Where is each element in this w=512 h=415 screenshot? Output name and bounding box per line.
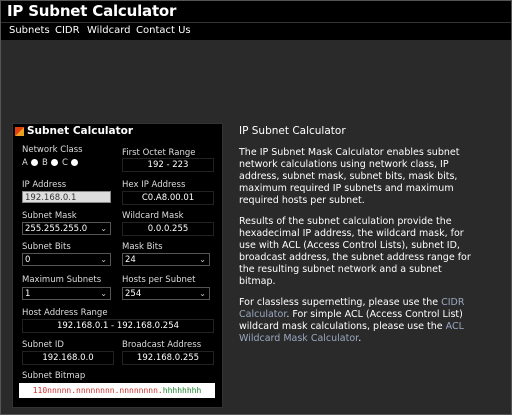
hosts-per-subnet-value: 254	[125, 289, 142, 299]
subnet-calculator-panel: Subnet Calculator Network Class A B C Fi…	[12, 123, 223, 408]
hex-ip-value: C0.A8.00.01	[122, 191, 214, 205]
class-b-radio[interactable]	[51, 159, 58, 166]
nav-subnets[interactable]: Subnets	[9, 25, 50, 36]
mask-bits-select[interactable]: 24 ⌄	[122, 253, 210, 266]
max-subnets-value: 1	[25, 289, 31, 299]
chevron-down-icon: ⌄	[100, 289, 107, 298]
class-b-label: B	[42, 158, 48, 168]
bitmap-host-part: hhhhhhhh	[162, 386, 202, 395]
mask-bits-label: Mask Bits	[122, 242, 163, 252]
calculator-logo-icon	[15, 127, 24, 136]
info-p3-text-a: For classless supernetting, please use t…	[239, 297, 442, 308]
subnet-mask-label: Subnet Mask	[22, 211, 77, 221]
wildcard-mask-label: Wildcard Mask	[122, 211, 184, 221]
host-range-label: Host Address Range	[22, 308, 108, 318]
info-paragraph-1: The IP Subnet Mask Calculator enables su…	[239, 147, 460, 206]
chevron-down-icon: ⌄	[199, 289, 206, 298]
subnet-id-value: 192.168.0.0	[22, 351, 114, 365]
subnet-bitmap: 110nnnnn.nnnnnnnn.nnnnnnnn.hhhhhhhh	[19, 383, 215, 398]
site-title: IP Subnet Calculator	[7, 2, 177, 20]
subnet-bits-value: 0	[25, 255, 31, 265]
subnet-id-label: Subnet ID	[22, 340, 64, 350]
subnet-mask-value: 255.255.255.0	[25, 224, 88, 234]
chevron-down-icon: ⌄	[100, 224, 107, 233]
first-octet-label: First Octet Range	[122, 148, 196, 158]
ip-address-input[interactable]: 192.168.0.1	[22, 191, 111, 203]
class-a-label: A	[22, 158, 28, 168]
subnet-bitmap-label: Subnet Bitmap	[22, 371, 86, 381]
chevron-down-icon: ⌄	[199, 255, 206, 264]
nav-wildcard[interactable]: Wildcard	[87, 25, 130, 36]
host-range-value: 192.168.0.1 - 192.168.0.254	[22, 319, 214, 333]
nav-contact-us[interactable]: Contact Us	[136, 25, 191, 36]
hosts-per-subnet-select[interactable]: 254 ⌄	[122, 287, 210, 300]
subnet-bits-select[interactable]: 0 ⌄	[22, 253, 111, 266]
subnet-mask-select[interactable]: 255.255.255.0 ⌄	[22, 222, 111, 235]
first-octet-value: 192 - 223	[122, 158, 214, 172]
info-heading: IP Subnet Calculator	[239, 125, 346, 137]
info-section: IP Subnet Calculator The IP Subnet Mask …	[239, 125, 479, 354]
subnet-bits-label: Subnet Bits	[22, 242, 71, 252]
class-a-radio[interactable]	[31, 159, 38, 166]
class-c-radio[interactable]	[71, 159, 78, 166]
nav-cidr[interactable]: CIDR	[55, 25, 80, 36]
bitmap-network-part: 110nnnnn.nnnnnnnn.nnnnnnnn.	[32, 386, 163, 395]
max-subnets-label: Maximum Subnets	[22, 275, 102, 285]
wildcard-mask-value: 0.0.0.255	[122, 222, 214, 236]
panel-title: Subnet Calculator	[27, 125, 134, 137]
ip-address-label: IP Address	[22, 180, 67, 190]
broadcast-address-label: Broadcast Address	[122, 340, 202, 350]
info-paragraph-2: Results of the subnet calculation provid…	[239, 216, 471, 287]
top-nav: Subnets CIDR Wildcard Contact Us	[1, 22, 511, 40]
network-class-label: Network Class	[22, 145, 83, 155]
info-p3-text-c: .	[358, 333, 362, 344]
max-subnets-select[interactable]: 1 ⌄	[22, 287, 111, 300]
hex-ip-label: Hex IP Address	[122, 180, 186, 190]
hosts-per-subnet-label: Hosts per Subnet	[122, 275, 196, 285]
mask-bits-value: 24	[125, 255, 136, 265]
class-c-label: C	[62, 158, 68, 168]
info-paragraph-3: For classless supernetting, please use t…	[239, 297, 479, 345]
chevron-down-icon: ⌄	[100, 255, 107, 264]
broadcast-address-value: 192.168.0.255	[122, 351, 214, 365]
site-header: IP Subnet Calculator	[1, 1, 511, 22]
